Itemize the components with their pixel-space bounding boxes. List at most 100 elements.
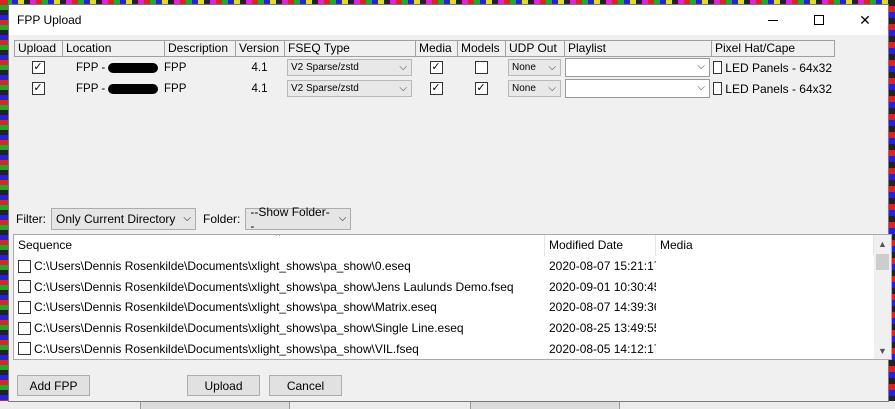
col-description-header[interactable]: Description (164, 40, 235, 57)
chevron-down-icon: ⌵ (548, 62, 556, 73)
media-checkbox[interactable]: ✓ (429, 61, 443, 74)
background-tab (140, 401, 290, 409)
sequence-row[interactable]: C:\Users\Dennis Rosenkilde\Documents\xli… (14, 318, 891, 339)
background-left (0, 0, 8, 409)
checkmark-icon: ✓ (33, 82, 43, 94)
close-button[interactable]: ✕ (842, 5, 888, 35)
chevron-down-icon: ⌵ (399, 83, 407, 94)
add-fpp-button[interactable]: Add FPP (17, 375, 90, 396)
redacted-address (108, 62, 158, 73)
upload-checkbox[interactable]: ✓ (31, 61, 45, 74)
sequence-path: C:\Users\Dennis Rosenkilde\Documents\xli… (34, 300, 437, 315)
media-checkbox[interactable]: ✓ (429, 82, 443, 95)
sequence-row[interactable]: C:\Users\Dennis Rosenkilde\Documents\xli… (14, 297, 891, 318)
location-cell: FPP - (62, 57, 164, 78)
fpp-instances-grid: Upload Location Description Version FSEQ… (14, 40, 838, 99)
cancel-button[interactable]: Cancel (269, 375, 342, 396)
description-cell: FPP (164, 57, 235, 78)
filter-select[interactable]: Only Current Directory ⌵ (51, 208, 196, 230)
version-cell: 4.1 (235, 78, 284, 99)
playlist-cell: ⌵ (564, 57, 711, 78)
col-upload-header[interactable]: Upload (14, 40, 62, 57)
udp-out-value: None (512, 83, 536, 94)
sequence-checkbox[interactable] (18, 280, 31, 294)
col-models-header[interactable]: Models (457, 40, 505, 57)
sequence-checkbox[interactable] (18, 321, 31, 335)
modified-date-cell: 2020-08-07 15:21:17 (549, 259, 656, 274)
chevron-down-icon: ⌵ (399, 62, 407, 73)
upload-cell: ✓ (14, 78, 62, 99)
chevron-down-icon: ⌵ (338, 213, 347, 224)
col-udp-out-header[interactable]: UDP Out (505, 40, 564, 57)
location-cell: FPP - (62, 78, 164, 99)
sequence-checkbox[interactable] (18, 342, 31, 356)
col-pixel-hat-header[interactable]: Pixel Hat/Cape (711, 40, 835, 57)
checkmark-icon: ✓ (431, 82, 441, 94)
playlist-select[interactable]: ⌵ (565, 79, 710, 98)
upload-cell: ✓ (14, 57, 62, 78)
col-media-header[interactable]: Media (656, 235, 874, 256)
col-media-header[interactable]: Media (415, 40, 457, 57)
models-cell (457, 57, 505, 78)
sequence-path: C:\Users\Dennis Rosenkilde\Documents\xli… (34, 341, 419, 356)
modified-date-cell: 2020-08-05 14:12:17 (549, 341, 656, 356)
modified-date-cell: 2020-09-01 10:30:45 (549, 279, 656, 294)
sequence-path: C:\Users\Dennis Rosenkilde\Documents\xli… (34, 321, 464, 336)
grid-header: Upload Location Description Version FSEQ… (14, 40, 838, 57)
col-playlist-header[interactable]: Playlist (564, 40, 711, 57)
minimize-icon (768, 19, 778, 21)
models-checkbox[interactable] (474, 61, 488, 74)
sequence-row[interactable]: C:\Users\Dennis Rosenkilde\Documents\xli… (14, 256, 891, 277)
scroll-down-icon[interactable]: ▼ (874, 342, 891, 359)
pixel-hat-checkbox[interactable] (713, 61, 723, 74)
udp-out-select[interactable]: None ⌵ (508, 59, 561, 76)
chevron-down-icon: ⌵ (697, 82, 705, 93)
close-icon: ✕ (859, 11, 871, 28)
col-version-header[interactable]: Version (235, 40, 284, 57)
col-location-header[interactable]: Location (62, 40, 164, 57)
sequence-checkbox[interactable] (18, 300, 31, 314)
vertical-scrollbar[interactable]: ▲ ▼ (874, 235, 891, 359)
maximize-icon (814, 15, 824, 25)
col-modified-date-header[interactable]: Modified Date (545, 235, 656, 256)
sequence-cell: C:\Users\Dennis Rosenkilde\Documents\xli… (14, 342, 545, 356)
filter-row: Filter: Only Current Directory ⌵ Folder:… (16, 205, 352, 233)
filter-label: Filter: (16, 212, 46, 226)
models-checkbox[interactable]: ✓ (474, 82, 488, 95)
sequence-cell: C:\Users\Dennis Rosenkilde\Documents\xli… (14, 321, 545, 335)
scrollbar-thumb[interactable] (876, 254, 889, 270)
chevron-down-icon: ⌵ (697, 61, 705, 72)
fpp-row: ✓ FPP - FPP 4.1 V2 Sparse/zstd ⌵ ✓ None ⌵ (14, 57, 838, 78)
upload-checkbox[interactable]: ✓ (31, 82, 45, 95)
sequence-row[interactable]: C:\Users\Dennis Rosenkilde\Documents\xli… (14, 277, 891, 298)
description-text: FPP (164, 61, 187, 74)
models-cell: ✓ (457, 78, 505, 99)
pixel-hat-checkbox[interactable] (713, 82, 723, 95)
fseq-type-select[interactable]: V2 Sparse/zstd ⌵ (287, 80, 412, 97)
sequence-list-header: ^ Sequence Modified Date Media (14, 235, 891, 256)
media-cell: ✓ (415, 78, 457, 99)
checkmark-icon: ✓ (431, 61, 441, 73)
playlist-select[interactable]: ⌵ (565, 58, 710, 77)
fseq-type-cell: V2 Sparse/zstd ⌵ (284, 57, 415, 78)
playlist-cell: ⌵ (564, 78, 711, 99)
fseq-type-select[interactable]: V2 Sparse/zstd ⌵ (287, 59, 412, 76)
pixel-hat-cell: LED Panels - 64x32 (711, 78, 835, 99)
description-cell: FPP (164, 78, 235, 99)
minimize-button[interactable] (750, 5, 796, 35)
upload-button[interactable]: Upload (187, 375, 260, 396)
version-text: 4.1 (251, 61, 268, 74)
folder-select[interactable]: --Show Folder-- ⌵ (245, 205, 352, 233)
window-title: FPP Upload (17, 13, 82, 27)
maximize-button[interactable] (796, 5, 842, 35)
col-fseq-type-header[interactable]: FSEQ Type (284, 40, 415, 57)
filter-value: Only Current Directory (56, 212, 176, 226)
sequence-row[interactable]: C:\Users\Dennis Rosenkilde\Documents\xli… (14, 338, 891, 359)
sequence-cell: C:\Users\Dennis Rosenkilde\Documents\xli… (14, 300, 545, 314)
sequence-checkbox[interactable] (18, 259, 31, 273)
scroll-up-icon[interactable]: ▲ (874, 235, 891, 252)
chevron-down-icon: ⌵ (183, 213, 191, 224)
udp-out-select[interactable]: None ⌵ (508, 80, 561, 97)
modified-date-cell: 2020-08-25 13:49:55 (549, 321, 656, 336)
location-text: FPP - (76, 61, 106, 74)
